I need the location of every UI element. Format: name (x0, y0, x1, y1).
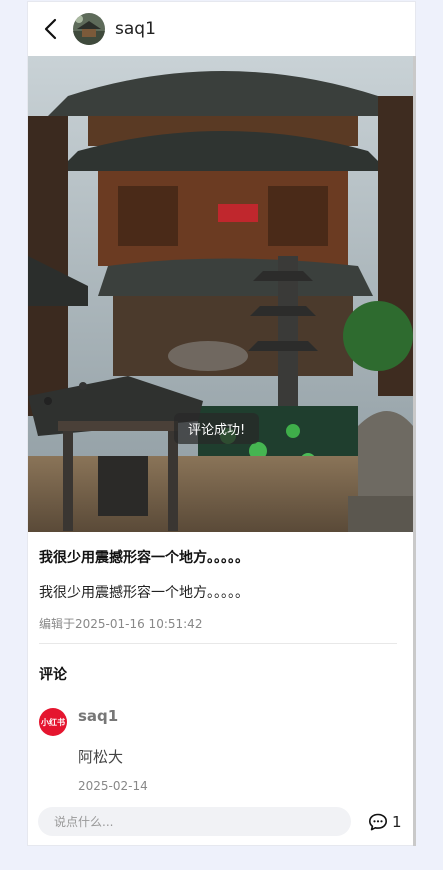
chat-bubble-icon (369, 813, 387, 831)
post-image[interactable]: 评论成功! (28, 56, 415, 532)
comment-input[interactable] (38, 807, 351, 836)
author-username[interactable]: saq1 (115, 19, 156, 39)
comments-heading: 评论 (39, 667, 67, 683)
comment-count-button[interactable]: 1 (368, 811, 402, 833)
success-toast: 评论成功! (174, 413, 260, 444)
edited-timestamp: 编辑于2025-01-16 10:51:42 (39, 617, 203, 631)
post-title: 我很少用震撼形容一个地方。。。。。 (39, 550, 249, 566)
scrollbar[interactable] (413, 56, 416, 846)
comment-count: 1 (392, 813, 402, 831)
post-detail-card: saq1 评论成功! 我很少用震撼形容一个地方。。。。。 我很少用震撼形容一个地… (27, 1, 416, 846)
post-header: saq1 (28, 2, 415, 56)
post-body: 我很少用震撼形容一个地方。。。。。 (39, 585, 249, 601)
commenter-username[interactable]: saq1 (78, 707, 118, 725)
back-button[interactable] (38, 16, 64, 42)
author-avatar[interactable] (73, 13, 105, 45)
divider (39, 643, 397, 644)
comment-text: 阿松大 (78, 748, 124, 766)
commenter-avatar[interactable]: 小红书 (39, 708, 67, 736)
chevron-left-icon (44, 18, 57, 40)
comment-date: 2025-02-14 (78, 779, 148, 793)
